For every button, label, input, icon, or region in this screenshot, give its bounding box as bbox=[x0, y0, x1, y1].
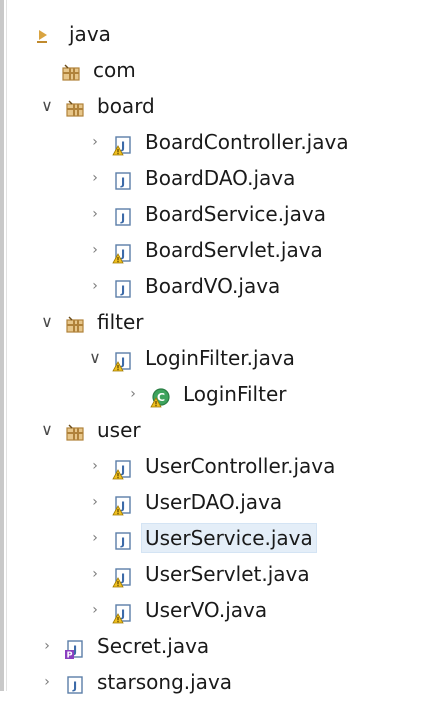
tree-item-label: BoardVO.java bbox=[145, 274, 281, 298]
tree-item[interactable]: ∨ user bbox=[0, 412, 428, 448]
tree-item[interactable]: › J BoardVO.java bbox=[0, 268, 428, 304]
package-icon bbox=[64, 95, 86, 117]
tree-item[interactable]: › J BoardDAO.java bbox=[0, 160, 428, 196]
java-file-warning-icon: J bbox=[112, 239, 134, 264]
collapse-arrow-icon[interactable]: ∨ bbox=[36, 311, 58, 333]
tree-item[interactable]: java bbox=[0, 16, 428, 52]
expand-arrow-icon[interactable]: › bbox=[36, 635, 58, 657]
java-file-icon: J bbox=[112, 527, 134, 550]
class-icon: C bbox=[150, 383, 172, 408]
tree-item[interactable]: › J UserController.java bbox=[0, 448, 428, 484]
tree-item[interactable]: › J UserDAO.java bbox=[0, 484, 428, 520]
java-file-warning-icon: J bbox=[112, 491, 134, 516]
package-icon bbox=[64, 419, 86, 441]
tree-item[interactable]: › J P Secret.java bbox=[0, 628, 428, 664]
source-folder-icon bbox=[36, 23, 58, 45]
svg-text:J: J bbox=[120, 536, 125, 549]
tree-item-label: UserVO.java bbox=[145, 598, 268, 622]
tree-item[interactable]: ∨ J LoginFilter.java bbox=[0, 340, 428, 376]
tree-item[interactable]: › Jstarsong.java bbox=[0, 664, 428, 700]
tree-item-label: BoardServlet.java bbox=[145, 238, 323, 262]
java-file-icon: J bbox=[112, 275, 134, 298]
tree-item-label: com bbox=[93, 58, 136, 82]
tree-item[interactable]: › J BoardServlet.java bbox=[0, 232, 428, 268]
tree-item[interactable]: com bbox=[0, 52, 428, 88]
expand-arrow-icon[interactable]: › bbox=[84, 563, 106, 585]
collapse-arrow-icon[interactable]: ∨ bbox=[36, 95, 58, 117]
expand-arrow-icon[interactable]: › bbox=[84, 239, 106, 261]
java-file-warning-icon: J bbox=[112, 131, 134, 156]
java-file-icon: J bbox=[112, 203, 134, 226]
java-file-error-icon: JP bbox=[64, 635, 86, 660]
expand-arrow-icon[interactable]: › bbox=[84, 131, 106, 153]
tree-item-label: UserDAO.java bbox=[145, 490, 283, 514]
collapse-arrow-icon[interactable]: ∨ bbox=[84, 347, 106, 369]
expand-arrow-icon[interactable]: › bbox=[84, 599, 106, 621]
tree-item-label: UserService.java bbox=[141, 523, 317, 553]
tree-item-label: starsong.java bbox=[97, 670, 233, 694]
tree-item-label: BoardController.java bbox=[145, 130, 349, 154]
package-icon bbox=[60, 59, 82, 81]
project-explorer-tree: java com ∨ board › J BoardController.java › J Boa… bbox=[0, 16, 428, 700]
tree-item-label: filter bbox=[97, 310, 144, 334]
tree-item[interactable]: ∨ board bbox=[0, 88, 428, 124]
java-file-icon: J bbox=[64, 671, 86, 694]
expand-arrow-icon[interactable]: › bbox=[84, 455, 106, 477]
java-file-warning-icon: J bbox=[112, 347, 134, 372]
tree-item-label: Secret.java bbox=[97, 634, 210, 658]
java-file-icon: J bbox=[112, 167, 134, 190]
expand-arrow-icon[interactable]: › bbox=[84, 203, 106, 225]
java-file-warning-icon: J bbox=[112, 455, 134, 480]
tree-item-label: BoardService.java bbox=[145, 202, 326, 226]
collapse-arrow-icon[interactable]: ∨ bbox=[36, 419, 58, 441]
java-file-warning-icon: J bbox=[112, 599, 134, 624]
expand-arrow-icon[interactable]: › bbox=[122, 383, 144, 405]
expand-arrow-icon[interactable]: › bbox=[84, 275, 106, 297]
tree-item-label: BoardDAO.java bbox=[145, 166, 296, 190]
tree-item-label: board bbox=[97, 94, 155, 118]
tree-item[interactable]: › J UserServlet.java bbox=[0, 556, 428, 592]
svg-text:J: J bbox=[120, 212, 125, 225]
svg-text:J: J bbox=[120, 284, 125, 297]
tree-item[interactable]: › J UserService.java bbox=[0, 520, 428, 556]
tree-item-label: user bbox=[97, 418, 141, 442]
tree-item-label: UserServlet.java bbox=[145, 562, 310, 586]
tree-item-label: java bbox=[69, 22, 111, 46]
tree-item[interactable]: › C LoginFilter bbox=[0, 376, 428, 412]
expand-arrow-icon[interactable]: › bbox=[84, 527, 106, 549]
expand-arrow-icon[interactable]: › bbox=[84, 491, 106, 513]
svg-text:J: J bbox=[120, 176, 125, 189]
tree-item-label: LoginFilter.java bbox=[145, 346, 295, 370]
tree-item[interactable]: › J UserVO.java bbox=[0, 592, 428, 628]
tree-item[interactable]: › J BoardService.java bbox=[0, 196, 428, 232]
java-file-warning-icon: J bbox=[112, 563, 134, 588]
tree-item[interactable]: ∨ filter bbox=[0, 304, 428, 340]
package-icon bbox=[64, 311, 86, 333]
tree-item-label: UserController.java bbox=[145, 454, 336, 478]
tree-item[interactable]: › J BoardController.java bbox=[0, 124, 428, 160]
svg-text:P: P bbox=[67, 651, 73, 660]
expand-arrow-icon[interactable]: › bbox=[36, 671, 58, 693]
expand-arrow-icon[interactable]: › bbox=[84, 167, 106, 189]
tree-item-label: LoginFilter bbox=[183, 382, 287, 406]
